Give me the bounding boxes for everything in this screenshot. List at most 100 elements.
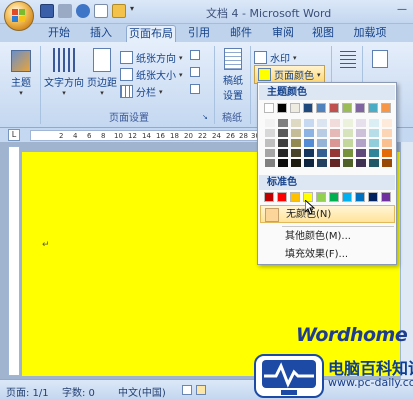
open-folder-icon[interactable] — [112, 4, 126, 18]
theme-shade-swatch[interactable] — [356, 119, 366, 127]
arrange-icon[interactable] — [368, 50, 392, 70]
standard-color-swatch[interactable] — [342, 192, 352, 202]
theme-shade-swatch[interactable] — [317, 129, 327, 137]
theme-shade-swatch[interactable] — [317, 159, 327, 167]
tab-home[interactable]: 开始 — [42, 25, 76, 42]
tab-insert[interactable]: 插入 — [84, 25, 118, 42]
theme-shade-swatch[interactable] — [304, 129, 314, 137]
theme-shade-swatch[interactable] — [304, 159, 314, 167]
theme-shade-swatch[interactable] — [382, 129, 392, 137]
standard-color-swatch[interactable] — [368, 192, 378, 202]
save-icon[interactable] — [40, 4, 54, 18]
standard-color-swatch[interactable] — [290, 192, 300, 202]
themes-button[interactable]: 主题 ▾ — [6, 50, 36, 97]
standard-color-swatch[interactable] — [355, 192, 365, 202]
standard-color-swatch[interactable] — [316, 192, 326, 202]
theme-color-swatch[interactable] — [316, 103, 326, 113]
tab-references[interactable]: 引用 — [182, 25, 216, 42]
manuscript-settings-button[interactable]: 稿纸 设置 — [218, 48, 248, 102]
theme-shade-swatch[interactable] — [291, 159, 301, 167]
size-button[interactable]: 纸张大小 ▾ — [120, 67, 183, 82]
theme-shade-swatch[interactable] — [382, 149, 392, 157]
new-document-icon[interactable] — [94, 4, 108, 18]
theme-shade-swatch[interactable] — [265, 119, 275, 127]
theme-shade-swatch[interactable] — [265, 129, 275, 137]
standard-color-swatch[interactable] — [381, 192, 391, 202]
theme-shade-swatch[interactable] — [265, 149, 275, 157]
line-numbers-icon[interactable] — [190, 67, 200, 77]
horizontal-ruler[interactable]: 2 4 6 8 10 12 14 16 18 20 22 24 26 28 30 — [30, 130, 260, 141]
tab-add-ins[interactable]: 加载项 — [348, 25, 392, 42]
theme-shade-swatch[interactable] — [278, 159, 288, 167]
theme-shade-swatch[interactable] — [330, 149, 340, 157]
theme-shade-swatch[interactable] — [356, 159, 366, 167]
theme-shade-swatch[interactable] — [291, 119, 301, 127]
text-direction-button[interactable]: 文字方向 ▾ — [44, 48, 84, 97]
undo-icon[interactable] — [58, 4, 72, 18]
theme-color-swatch[interactable] — [368, 103, 378, 113]
tab-review[interactable]: 审阅 — [266, 25, 300, 42]
no-color-item[interactable]: 无颜色(N) — [260, 205, 395, 223]
theme-shade-swatch[interactable] — [265, 139, 275, 147]
theme-color-swatch[interactable] — [381, 103, 391, 113]
theme-color-swatch[interactable] — [355, 103, 365, 113]
language-indicator[interactable]: 中文(中国) — [118, 384, 166, 399]
theme-shade-swatch[interactable] — [369, 159, 379, 167]
watermark-button[interactable]: 水印 ▾ — [254, 50, 297, 65]
orientation-button[interactable]: 纸张方向 ▾ — [120, 50, 183, 65]
theme-shade-swatch[interactable] — [304, 139, 314, 147]
theme-color-swatch[interactable] — [290, 103, 300, 113]
standard-color-swatch[interactable] — [277, 192, 287, 202]
theme-color-swatch[interactable] — [342, 103, 352, 113]
theme-shade-swatch[interactable] — [369, 129, 379, 137]
theme-shade-swatch[interactable] — [369, 149, 379, 157]
indent-icon[interactable] — [336, 50, 360, 70]
theme-shade-swatch[interactable] — [356, 149, 366, 157]
theme-shade-swatch[interactable] — [304, 149, 314, 157]
fill-effects-item[interactable]: 填充效果(F)... — [260, 246, 395, 264]
theme-shade-swatch[interactable] — [382, 159, 392, 167]
tab-view[interactable]: 视图 — [306, 25, 340, 42]
insert-mode-icon[interactable] — [182, 385, 192, 395]
theme-shade-swatch[interactable] — [343, 139, 353, 147]
theme-shade-swatch[interactable] — [343, 119, 353, 127]
theme-shade-swatch[interactable] — [291, 139, 301, 147]
theme-shade-swatch[interactable] — [278, 139, 288, 147]
theme-shade-swatch[interactable] — [317, 149, 327, 157]
theme-shade-swatch[interactable] — [382, 139, 392, 147]
margins-button[interactable]: 页边距 ▾ — [86, 48, 118, 97]
theme-shade-swatch[interactable] — [265, 159, 275, 167]
standard-color-swatch[interactable] — [329, 192, 339, 202]
customize-toolbar-icon[interactable]: ▾ — [130, 4, 138, 18]
hyphenation-icon[interactable] — [190, 84, 200, 94]
theme-shade-swatch[interactable] — [356, 139, 366, 147]
dialog-launcher-icon[interactable]: ↘ — [202, 113, 208, 121]
theme-shade-swatch[interactable] — [382, 119, 392, 127]
theme-shade-swatch[interactable] — [343, 129, 353, 137]
theme-shade-swatch[interactable] — [343, 159, 353, 167]
page-count[interactable]: 页面: 1/1 — [6, 384, 49, 399]
theme-shade-swatch[interactable] — [330, 119, 340, 127]
theme-shade-swatch[interactable] — [317, 139, 327, 147]
more-colors-item[interactable]: 其他颜色(M)... — [260, 228, 395, 246]
theme-shade-swatch[interactable] — [356, 129, 366, 137]
tab-selector[interactable]: L — [8, 129, 20, 141]
theme-shade-swatch[interactable] — [330, 139, 340, 147]
theme-color-swatch[interactable] — [264, 103, 274, 113]
tab-page-layout[interactable]: 页面布局 — [126, 25, 176, 42]
theme-shade-swatch[interactable] — [330, 159, 340, 167]
standard-color-swatch[interactable] — [264, 192, 274, 202]
theme-shade-swatch[interactable] — [278, 129, 288, 137]
theme-shade-swatch[interactable] — [278, 149, 288, 157]
vertical-ruler[interactable] — [8, 146, 20, 376]
tab-mailings[interactable]: 邮件 — [224, 25, 258, 42]
theme-shade-swatch[interactable] — [291, 149, 301, 157]
theme-color-swatch[interactable] — [277, 103, 287, 113]
redo-icon[interactable] — [76, 4, 90, 18]
minimize-icon[interactable]: — — [397, 4, 407, 15]
office-button[interactable] — [4, 1, 34, 31]
print-layout-view-icon[interactable] — [196, 385, 206, 395]
theme-shade-swatch[interactable] — [330, 129, 340, 137]
theme-shade-swatch[interactable] — [291, 129, 301, 137]
theme-color-swatch[interactable] — [303, 103, 313, 113]
